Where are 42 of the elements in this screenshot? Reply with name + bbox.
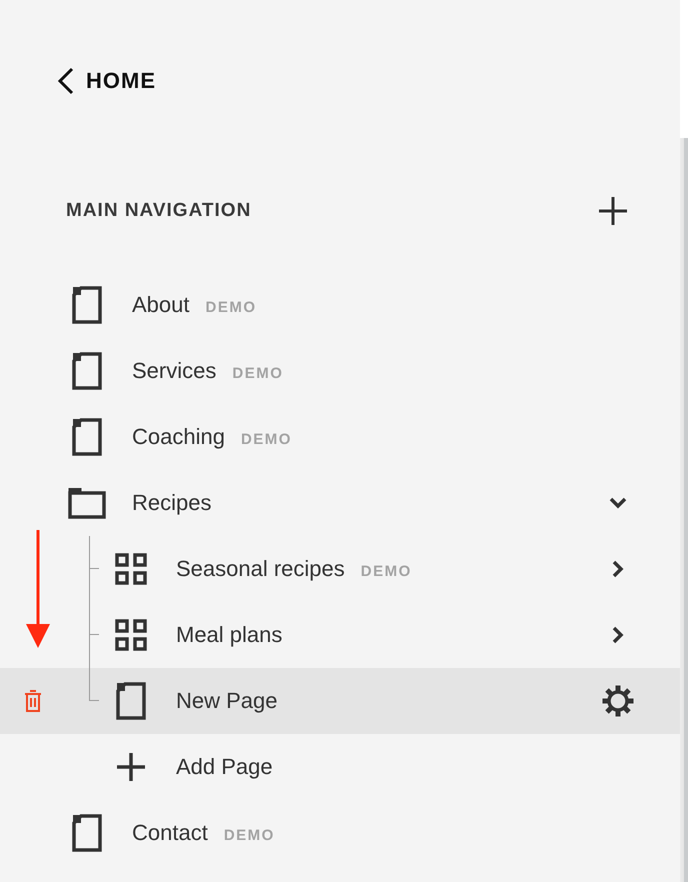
chevron-right-icon[interactable] bbox=[611, 559, 625, 579]
nav-item[interactable]: Meal plans bbox=[0, 602, 680, 668]
nav-item[interactable]: Services DEMO bbox=[0, 338, 680, 404]
back-link[interactable]: HOME bbox=[0, 0, 156, 95]
item-label: Add Page bbox=[176, 754, 273, 780]
item-label: Meal plans bbox=[176, 622, 282, 648]
nav-item[interactable]: Contact DEMO bbox=[0, 800, 680, 866]
page-icon bbox=[72, 286, 102, 324]
section-title: MAIN NAVIGATION bbox=[66, 200, 252, 222]
grid-icon bbox=[115, 553, 147, 585]
chevron-down-icon[interactable] bbox=[608, 496, 628, 510]
grid-icon bbox=[115, 619, 147, 651]
demo-tag: DEMO bbox=[206, 299, 256, 316]
item-label: Services bbox=[132, 358, 216, 384]
scrollbar[interactable] bbox=[684, 138, 688, 882]
plus-icon bbox=[116, 752, 146, 782]
page-icon bbox=[72, 418, 102, 456]
item-label: Recipes bbox=[132, 490, 212, 516]
item-label: About bbox=[132, 292, 190, 318]
demo-tag: DEMO bbox=[360, 563, 412, 580]
nav-item[interactable]: Add Page bbox=[0, 734, 680, 800]
nav-item[interactable]: New Page bbox=[0, 668, 680, 734]
demo-tag: DEMO bbox=[232, 365, 284, 382]
item-label: Coaching bbox=[132, 424, 225, 450]
demo-tag: DEMO bbox=[224, 827, 275, 844]
settings-icon[interactable] bbox=[602, 685, 634, 717]
nav-item[interactable]: Coaching DEMO bbox=[0, 404, 680, 470]
nav-item[interactable]: About DEMO bbox=[0, 272, 680, 338]
add-icon[interactable] bbox=[598, 196, 628, 226]
nav-item[interactable]: Seasonal recipes DEMO bbox=[0, 536, 680, 602]
item-label: Contact bbox=[132, 820, 208, 846]
nav-item[interactable]: Recipes bbox=[0, 470, 680, 536]
chevron-left-icon bbox=[56, 67, 76, 95]
folder-icon bbox=[68, 487, 106, 519]
item-label: Seasonal recipes bbox=[176, 556, 345, 582]
page-icon bbox=[72, 352, 102, 390]
item-label: New Page bbox=[176, 688, 278, 714]
demo-tag: DEMO bbox=[240, 431, 292, 448]
page-icon bbox=[116, 682, 146, 720]
page-icon bbox=[72, 814, 102, 852]
trash-icon[interactable] bbox=[24, 690, 42, 712]
chevron-right-icon[interactable] bbox=[611, 625, 625, 645]
